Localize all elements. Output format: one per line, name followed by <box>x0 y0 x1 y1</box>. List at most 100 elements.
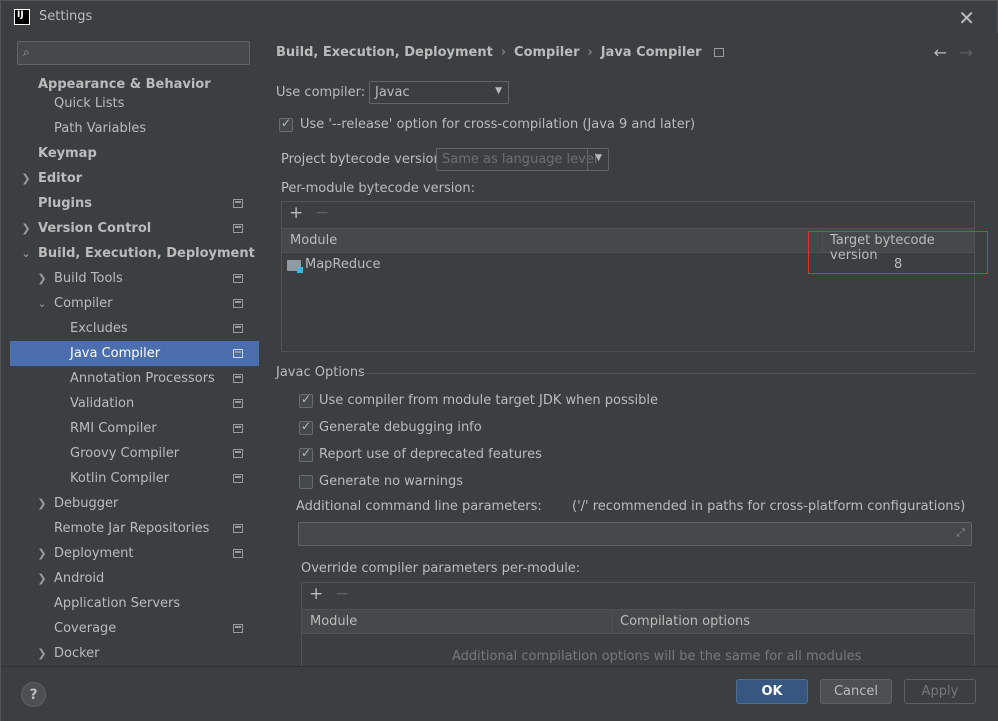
tree-item-annotation-processors[interactable]: Annotation Processors <box>10 366 259 391</box>
project-scope-icon <box>713 48 724 57</box>
column-header-compilation-options[interactable]: Compilation options <box>620 614 750 629</box>
tree-item-debugger[interactable]: ❯ Debugger <box>10 491 259 516</box>
tree-item-label: Application Servers <box>54 596 181 611</box>
project-bytecode-dropdown[interactable]: Same as language level ▼ <box>436 148 609 171</box>
tree-item-label: RMI Compiler <box>70 421 157 436</box>
project-scope-icon <box>233 399 243 408</box>
tree-item-docker[interactable]: ❯ Docker <box>10 641 259 666</box>
expand-icon[interactable]: ⤢ <box>956 526 965 540</box>
no-warnings-checkbox[interactable] <box>299 475 313 489</box>
remove-icon[interactable]: − <box>315 203 329 223</box>
tree-item-label: Deployment <box>54 546 134 561</box>
settings-content: Build, Execution, Deployment › Compiler … <box>259 33 998 672</box>
override-label: Override compiler parameters per-module: <box>301 561 581 576</box>
tree-item-excludes[interactable]: Excludes <box>10 316 259 341</box>
tree-item-label: Remote Jar Repositories <box>54 521 210 536</box>
section-divider <box>359 373 975 374</box>
tree-item-quick-lists[interactable]: Quick Lists <box>10 91 259 116</box>
tree-item-java-compiler[interactable]: Java Compiler <box>10 341 259 366</box>
breadcrumb-item[interactable]: Compiler <box>514 45 579 60</box>
option-label: Use compiler from module target JDK when… <box>319 393 658 408</box>
chevron-right-icon[interactable]: ❯ <box>37 497 47 510</box>
tree-item-rmi-compiler[interactable]: RMI Compiler <box>10 416 259 441</box>
search-icon: ⌕ <box>23 45 30 59</box>
add-icon[interactable]: + <box>289 203 303 223</box>
apply-button[interactable]: Apply <box>904 679 976 704</box>
use-module-jdk-checkbox[interactable] <box>299 392 313 408</box>
tree-item-label: Version Control <box>38 221 152 236</box>
tree-item-build-execution-deployment[interactable]: ⌄ Build, Execution, Deployment <box>10 241 259 266</box>
tree-item-deployment[interactable]: ❯ Deployment <box>10 541 259 566</box>
tree-item-path-variables[interactable]: Path Variables <box>10 116 259 141</box>
close-icon[interactable]: ✕ <box>958 6 975 30</box>
remove-icon[interactable]: − <box>335 584 349 604</box>
tree-item-compiler[interactable]: ⌄ Compiler <box>10 291 259 316</box>
chevron-right-icon[interactable]: ❯ <box>37 647 47 660</box>
additional-params-input[interactable]: ⤢ <box>298 522 972 546</box>
project-scope-icon <box>233 524 243 533</box>
tree-item-label: Path Variables <box>54 121 147 136</box>
column-header-module[interactable]: Module <box>290 233 337 248</box>
additional-params-label: Additional command line parameters: <box>296 499 542 514</box>
project-scope-icon <box>233 374 243 383</box>
tree-item-editor[interactable]: ❯ Editor <box>10 166 259 191</box>
per-module-table: + − Module Target bytecode version MapRe… <box>281 201 975 352</box>
tree-item-kotlin-compiler[interactable]: Kotlin Compiler <box>10 466 259 491</box>
tree-item-label: Quick Lists <box>54 96 125 111</box>
column-header-module[interactable]: Module <box>310 614 357 629</box>
tree-item-plugins[interactable]: Plugins <box>10 191 259 216</box>
table-toolbar: + − <box>282 202 974 228</box>
tree-item-label: Groovy Compiler <box>70 446 180 461</box>
per-module-label: Per-module bytecode version: <box>281 181 475 196</box>
additional-params-hint: ('/' recommended in paths for cross-plat… <box>572 499 966 514</box>
dropdown-arrow-icon: ▼ <box>495 86 502 96</box>
chevron-right-icon[interactable]: ❯ <box>37 572 47 585</box>
tree-item-groovy-compiler[interactable]: Groovy Compiler <box>10 441 259 466</box>
deprecated-features-checkbox[interactable] <box>299 446 313 462</box>
project-scope-icon <box>233 299 243 308</box>
tree-item-application-servers[interactable]: Application Servers <box>10 591 259 616</box>
chevron-down-icon[interactable]: ⌄ <box>37 297 47 310</box>
tree-item-label: Android <box>54 571 105 586</box>
override-table: + − Module Compilation options Additiona… <box>301 582 975 672</box>
back-arrow-icon[interactable]: ← <box>934 43 947 62</box>
project-bytecode-value: Same as language level <box>442 152 598 167</box>
chevron-down-icon[interactable]: ⌄ <box>21 247 31 260</box>
help-button[interactable]: ? <box>21 682 46 707</box>
project-scope-icon <box>233 324 243 333</box>
debugging-info-checkbox[interactable] <box>299 419 313 435</box>
ok-button[interactable]: OK <box>736 679 808 704</box>
search-input[interactable]: ⌕ <box>17 41 250 65</box>
project-scope-icon <box>233 349 243 358</box>
tree-item-label: Appearance & Behavior <box>38 77 211 92</box>
project-scope-icon <box>233 449 243 458</box>
annotation-highlight-box <box>808 231 988 274</box>
breadcrumb-item[interactable]: Build, Execution, Deployment <box>276 45 493 60</box>
tree-item-build-tools[interactable]: ❯ Build Tools <box>10 266 259 291</box>
use-compiler-dropdown[interactable]: Javac ▼ <box>369 81 509 104</box>
cancel-button[interactable]: Cancel <box>820 679 892 704</box>
chevron-right-icon[interactable]: ❯ <box>37 547 47 560</box>
tree-item-label: Plugins <box>38 196 92 211</box>
intellij-logo-icon: IJ <box>14 8 30 25</box>
tree-item-coverage[interactable]: Coverage <box>10 616 259 641</box>
chevron-right-icon[interactable]: ❯ <box>21 172 31 185</box>
tree-item-version-control[interactable]: ❯ Version Control <box>10 216 259 241</box>
settings-sidebar: ⌕ Appearance & Behavior Quick Lists Path… <box>10 33 267 666</box>
tree-item-android[interactable]: ❯ Android <box>10 566 259 591</box>
tree-item-validation[interactable]: Validation <box>10 391 259 416</box>
tree-item-keymap[interactable]: Keymap <box>10 141 259 166</box>
window-title: Settings <box>39 9 93 24</box>
dialog-button-bar: ? OK Cancel Apply <box>1 666 998 721</box>
breadcrumb: Build, Execution, Deployment › Compiler … <box>276 45 724 60</box>
breadcrumb-separator-icon: › <box>500 45 507 60</box>
project-bytecode-label: Project bytecode version: <box>281 152 447 167</box>
release-option-checkbox[interactable] <box>279 116 293 132</box>
chevron-right-icon[interactable]: ❯ <box>21 222 31 235</box>
tree-item-label: Docker <box>54 646 100 661</box>
option-label: Report use of deprecated features <box>319 447 542 462</box>
tree-item-remote-jar-repositories[interactable]: Remote Jar Repositories <box>10 516 259 541</box>
add-icon[interactable]: + <box>309 584 323 604</box>
forward-arrow-icon[interactable]: → <box>960 43 973 62</box>
chevron-right-icon[interactable]: ❯ <box>37 272 47 285</box>
